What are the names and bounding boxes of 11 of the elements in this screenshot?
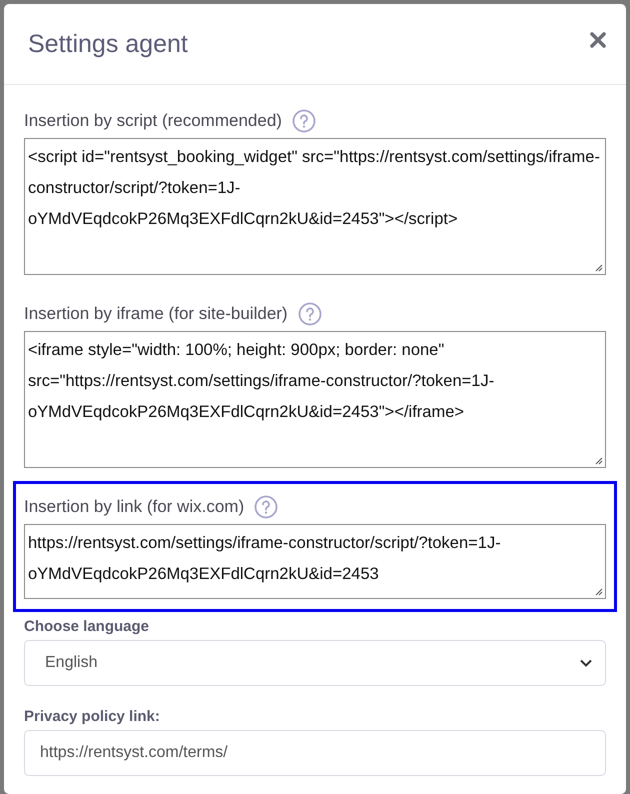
- field-label: Privacy policy link:: [24, 706, 161, 726]
- code-field[interactable]: <script id="rentsyst_booking_widget" src="https://rentsyst.com/settings/iframe-constructor/script/?token=1J-oYMdVEqdcokP26Mq3EXFdlCqrn2kU&id=2453"></script>: [24, 138, 606, 275]
- code-field[interactable]: <iframe style="width: 100%; height: 900px; border: none" src="https://rentsyst.com/settings/iframe-constructor/?token=1J-oYMdVEqdcokP26Mq3EXFdlCqrn2kU&id=2453"></iframe>: [24, 331, 606, 468]
- field-label: Insertion by iframe (for site-builder): [24, 304, 288, 324]
- code-field[interactable]: https://rentsyst.com/settings/iframe-constructor/script/?token=1J-oYMdVEqdcokP26Mq3EXFdlCqrn2kU&id=2453: [24, 524, 606, 599]
- language-select[interactable]: English: [24, 640, 606, 686]
- dialog-title: Settings agent: [28, 30, 188, 58]
- field-label: Choose language: [24, 616, 150, 636]
- field-label: Insertion by script (recommended): [24, 111, 282, 131]
- input-field[interactable]: https://rentsyst.com/terms/: [24, 730, 606, 776]
- field-label: Insertion by link (for wix.com): [24, 497, 244, 517]
